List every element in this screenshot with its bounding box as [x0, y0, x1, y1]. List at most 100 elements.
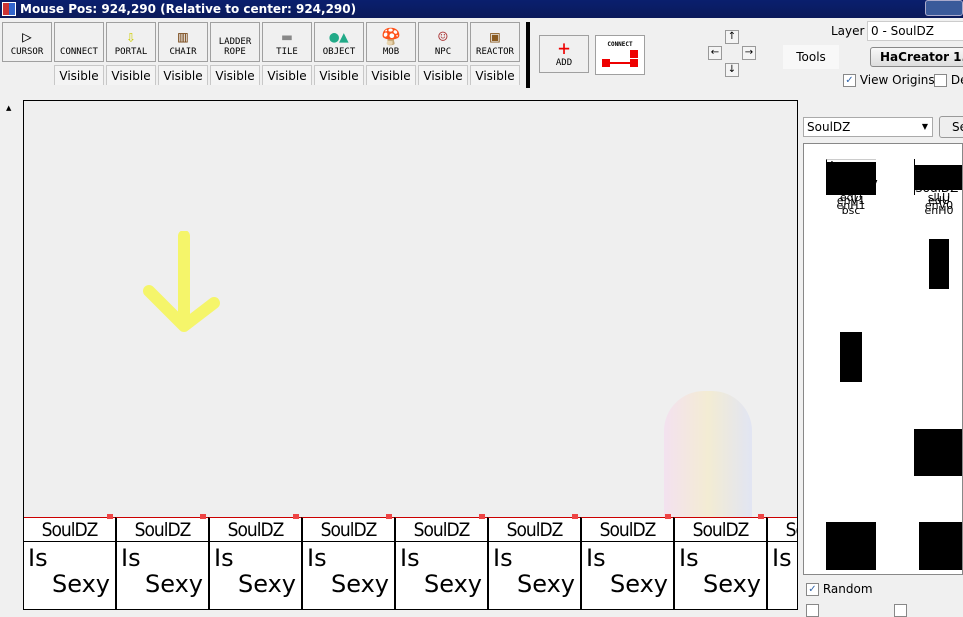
- tile-text-b: Sexy: [703, 570, 761, 598]
- map-tile-bottom[interactable]: IsSexy: [24, 541, 115, 609]
- tool-label: NPC: [434, 47, 452, 57]
- map-tile-bottom[interactable]: IsSexy: [208, 541, 301, 609]
- scroll-up-icon[interactable]: ▲: [6, 104, 11, 112]
- map-tile-top[interactable]: SoulDZ: [487, 517, 580, 541]
- minimize-button[interactable]: [925, 0, 963, 16]
- reactor-icon: ▣: [490, 27, 500, 46]
- tool-object-button[interactable]: ●▲ OBJECT: [314, 22, 364, 62]
- tool-label: OBJECT: [322, 47, 356, 57]
- visible-toggle-7[interactable]: Visible: [366, 65, 416, 85]
- map-tile-bottom[interactable]: IsSexy: [673, 541, 766, 609]
- tile-text-b: Sexy: [610, 570, 668, 598]
- map-tile-top[interactable]: SoulDZ: [24, 517, 115, 541]
- tool-ladder-rope-button[interactable]: LADDER ROPE: [210, 22, 260, 62]
- tool-mob-button[interactable]: 🍄 MOB: [366, 22, 416, 62]
- tool-label: TILE: [276, 47, 298, 57]
- visible-toggle-3[interactable]: Visible: [158, 65, 208, 85]
- tile-origin-marker: [758, 514, 764, 519]
- random-checkbox[interactable]: ✓ Random: [806, 582, 873, 596]
- map-tile-top[interactable]: SoulDZ: [673, 517, 766, 541]
- map-tile-bottom[interactable]: IsSexy: [394, 541, 487, 609]
- visible-toggle-8[interactable]: Visible: [418, 65, 468, 85]
- tool-reactor-button[interactable]: ▣ REACTOR: [470, 22, 520, 62]
- add-button[interactable]: + ADD: [539, 35, 589, 73]
- tile-text-a: Is: [214, 544, 234, 572]
- visible-toggle-5[interactable]: Visible: [262, 65, 312, 85]
- tile-item-enV0[interactable]: enV0: [894, 199, 962, 289]
- tab-tools[interactable]: Tools: [783, 45, 839, 69]
- scroll-left-button[interactable]: ←: [708, 46, 722, 60]
- tile-name: slLU: [927, 191, 951, 204]
- map-tile-bottom[interactable]: IsSexy: [580, 541, 673, 609]
- scroll-up-button[interactable]: ↑: [725, 30, 739, 44]
- tool-label: MOB: [382, 47, 400, 57]
- view-origins-checkbox[interactable]: ✓ View Origins: [843, 73, 935, 87]
- tool-label: CURSOR: [10, 47, 44, 57]
- tool-label: CHAIR: [169, 47, 197, 57]
- tile-text-a: Is: [586, 544, 606, 572]
- tile-text-a: Is: [307, 544, 327, 572]
- visible-toggle-4[interactable]: Visible: [210, 65, 260, 85]
- tile-icon: ▬: [282, 27, 292, 46]
- tile-text-a: Is: [121, 544, 141, 572]
- map-tile-top[interactable]: SoulDZ: [115, 517, 208, 541]
- tile-item-enV1[interactable]: enV1: [806, 194, 896, 382]
- tile-list: lsSexybscSoulDZenH0enH1enV0enV1edUedDslL…: [803, 143, 963, 575]
- layer-label: Layer: [831, 24, 865, 38]
- map-tile-top[interactable]: SoulDZ: [301, 517, 394, 541]
- object-icon: ●▲: [329, 27, 349, 46]
- tile-text-a: Is: [28, 544, 48, 572]
- map-tile-bottom[interactable]: IsSexy: [115, 541, 208, 609]
- select-button[interactable]: Se: [939, 116, 963, 138]
- tileset-select[interactable]: SoulDZ ▼: [803, 117, 933, 137]
- layer-select[interactable]: 0 - SoulDZ: [867, 21, 963, 41]
- tool-tile-button[interactable]: ▬ TILE: [262, 22, 312, 62]
- tool-npc-button[interactable]: ☺ NPC: [418, 22, 468, 62]
- tile-origin-marker: [572, 514, 578, 519]
- tool-portal-button[interactable]: ⇩ PORTAL: [106, 22, 156, 62]
- tile-origin-marker: [293, 514, 299, 519]
- tool-chair-button[interactable]: ▥ CHAIR: [158, 22, 208, 62]
- tile-text-a: Is: [772, 544, 792, 572]
- tile-origin-marker: [386, 514, 392, 519]
- map-tile-top[interactable]: SoulDZ: [580, 517, 673, 541]
- portal-icon: ⇩: [126, 27, 136, 46]
- tile-text-a: Is: [679, 544, 699, 572]
- map-tile-bottom[interactable]: IsSexy: [487, 541, 580, 609]
- scroll-right-button[interactable]: →: [742, 46, 756, 60]
- npc-icon: ☺: [438, 27, 448, 46]
- scroll-down-button[interactable]: ↓: [725, 63, 739, 77]
- visible-toggle-2[interactable]: Visible: [106, 65, 156, 85]
- tile-text-a: Is: [493, 544, 513, 572]
- second-checkbox[interactable]: De: [934, 73, 963, 87]
- map-tile-top[interactable]: SoulDZ: [208, 517, 301, 541]
- map-canvas[interactable]: SoulDZ Is Sexy SoulDZ Is Sexy SoulDZ Is Sexy Soul…: [23, 100, 798, 610]
- chair-icon: ▥: [178, 27, 188, 46]
- tool-cursor-button[interactable]: ▷ CURSOR: [2, 22, 52, 62]
- tool-connect-button[interactable]: CONNECT: [54, 22, 104, 62]
- second-check-label: De: [950, 73, 963, 87]
- chevron-down-icon: ▼: [921, 122, 928, 131]
- tile-text-b: Sexy: [796, 570, 797, 598]
- reactor-sprite[interactable]: [664, 391, 752, 526]
- title-bar: Mouse Pos: 924,290 (Relative to center: …: [0, 0, 963, 18]
- map-tile-bottom[interactable]: IsSexy: [301, 541, 394, 609]
- plus-icon: +: [557, 36, 571, 60]
- map-tile-top[interactable]: SoulDZ: [766, 517, 797, 541]
- tile-item-slLU[interactable]: slLU: [894, 191, 962, 476]
- hacreator-button[interactable]: HaCreator 1.7 -: [870, 47, 963, 67]
- map-tile-top[interactable]: SoulDZ: [394, 517, 487, 541]
- portal-arrow-icon[interactable]: [139, 231, 229, 336]
- tile-text-b: Sexy: [238, 570, 296, 598]
- tile-origin-marker: [665, 514, 671, 519]
- connect-add-button[interactable]: CONNECT: [595, 35, 645, 75]
- visible-toggle-1[interactable]: Visible: [54, 65, 104, 85]
- random-label: Random: [822, 582, 873, 596]
- visible-toggle-9[interactable]: Visible: [470, 65, 520, 85]
- mob-icon: 🍄: [381, 27, 401, 46]
- visible-toggle-6[interactable]: Visible: [314, 65, 364, 85]
- tile-text-b: Sexy: [331, 570, 389, 598]
- tileset-value: SoulDZ: [807, 120, 851, 134]
- map-tile-bottom[interactable]: Is Sexy: [766, 541, 797, 609]
- tile-text-b: Sexy: [517, 570, 575, 598]
